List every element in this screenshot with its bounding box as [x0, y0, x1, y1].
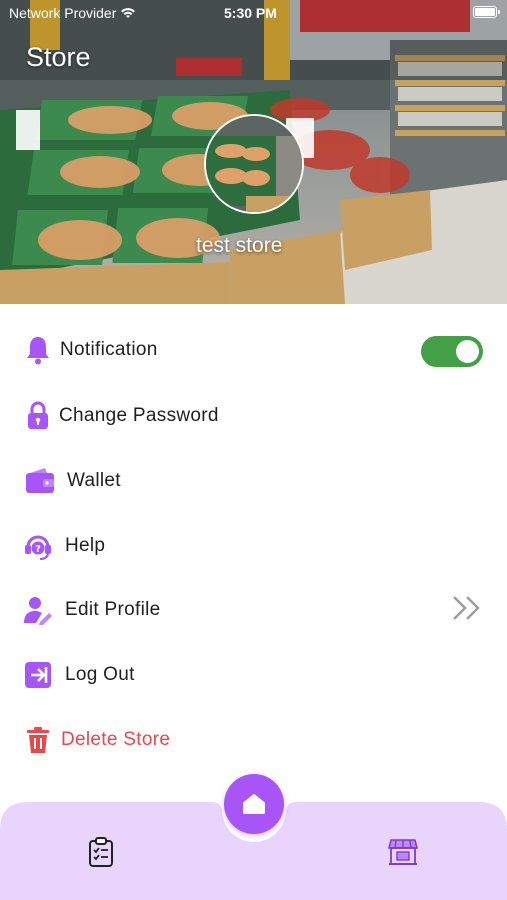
menu-item-wallet[interactable]: Wallet [0, 453, 507, 509]
menu-item-label: Wallet [67, 470, 121, 491]
status-left: Network Provider [9, 5, 136, 21]
home-icon [243, 794, 265, 814]
store-name: test store [196, 234, 283, 257]
storefront-icon [388, 839, 418, 865]
status-right [473, 6, 500, 18]
wallet-icon [24, 465, 56, 497]
menu-item-change-password[interactable]: Change Password [0, 388, 507, 444]
menu-item-label: Notification [60, 339, 158, 360]
menu-item-label: Change Password [59, 405, 219, 426]
double-chevron-right-icon[interactable] [450, 594, 484, 622]
home-nav-button[interactable] [224, 774, 284, 834]
battery-icon [473, 6, 500, 18]
user-edit-icon [22, 594, 54, 626]
wifi-icon [121, 8, 136, 18]
toggle-knob [456, 340, 479, 363]
menu-item-label: Edit Profile [65, 599, 161, 620]
menu-item-label: Help [65, 535, 106, 556]
page-title: Store [26, 42, 91, 72]
logout-icon [22, 659, 54, 691]
store-cover-image: Network Provider 5:30 PM Store test stor… [0, 0, 507, 304]
menu-item-notification[interactable]: Notification [0, 322, 507, 378]
menu-item-label: Delete Store [61, 729, 171, 750]
status-time: 5:30 PM [224, 5, 277, 21]
trash-icon [22, 724, 54, 756]
headset-icon: ? [22, 530, 54, 562]
clipboard-icon [89, 837, 113, 867]
store-avatar-image [206, 116, 302, 212]
bell-icon [22, 334, 54, 366]
svg-text:?: ? [35, 544, 41, 555]
menu-item-help[interactable]: ? Help [0, 518, 507, 574]
menu-item-edit-profile[interactable]: Edit Profile [0, 582, 507, 638]
bottom-navigation [0, 774, 507, 900]
menu-item-label: Log Out [65, 664, 135, 685]
notification-toggle[interactable] [421, 336, 483, 367]
store-avatar[interactable] [204, 114, 304, 214]
menu-item-delete-store[interactable]: Delete Store [0, 712, 507, 768]
orders-nav-button[interactable] [85, 836, 117, 868]
carrier-label: Network Provider [9, 5, 117, 21]
store-nav-button[interactable] [387, 836, 419, 868]
lock-icon [22, 400, 54, 432]
status-bar: Network Provider 5:30 PM [0, 0, 507, 28]
menu-item-log-out[interactable]: Log Out [0, 647, 507, 703]
